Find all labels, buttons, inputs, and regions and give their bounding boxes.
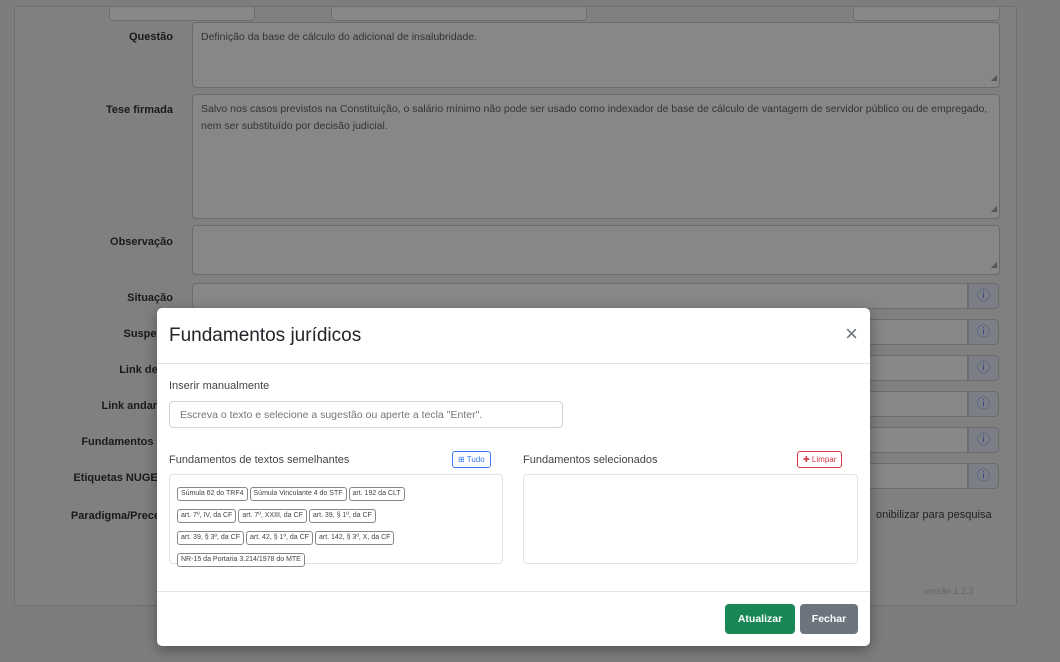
version-label: versão 1.2.3: [924, 586, 974, 596]
similar-label: Fundamentos de textos semelhantes: [169, 454, 350, 466]
fundamentos-modal: Fundamentos jurídicos × Inserir manualme…: [157, 308, 870, 646]
atualizar-button[interactable]: Atualizar: [725, 604, 795, 634]
disponibilizar-checkbox-label[interactable]: onibilizar para pesquisa: [876, 509, 992, 521]
select-all-button[interactable]: ⊞ Tudo: [452, 451, 491, 468]
chip[interactable]: art. 42, § 1º, da CF: [245, 531, 313, 545]
manual-input[interactable]: [169, 401, 563, 428]
chip[interactable]: Súmula 62 do TRF4: [177, 487, 248, 501]
suspensao-info-icon[interactable]: ⓘ: [968, 319, 999, 345]
tese-firmada-text: Salvo nos casos previstos na Constituiçã…: [201, 103, 988, 132]
fundamentos-info-icon[interactable]: ⓘ: [968, 427, 999, 453]
modal-title: Fundamentos jurídicos: [169, 325, 362, 346]
situacao-input[interactable]: [192, 283, 968, 309]
situacao-info-icon[interactable]: ⓘ: [968, 283, 999, 309]
selected-label: Fundamentos selecionados: [523, 454, 658, 466]
chip-list: Súmula 62 do TRF4 Súmula Vinculante 4 do …: [177, 482, 497, 570]
clear-button[interactable]: ✚ Limpar: [797, 451, 843, 468]
tese-firmada-label: Tese firmada: [105, 104, 173, 116]
close-icon[interactable]: ×: [845, 323, 858, 345]
top-field-2[interactable]: [331, 7, 587, 21]
resize-grip-icon[interactable]: ◢: [991, 256, 997, 273]
similar-box: Súmula 62 do TRF4 Súmula Vinculante 4 do …: [169, 474, 503, 567]
questao-textarea[interactable]: Definição da base de cálculo do adiciona…: [192, 22, 1000, 88]
chip[interactable]: Súmula Vinculante 4 do STF: [249, 487, 347, 501]
questao-text: Definição da base de cálculo do adiciona…: [201, 31, 478, 43]
situacao-label: Situação: [127, 292, 173, 304]
modal-header: Fundamentos jurídicos ×: [157, 308, 870, 364]
resize-grip-icon[interactable]: ◢: [991, 69, 997, 86]
chip[interactable]: art. 7º, XXIII, da CF: [238, 509, 307, 523]
chip[interactable]: NR-15 da Portaria 3.214/1978 do MTE: [177, 553, 305, 567]
chip[interactable]: art. 142, § 3º, X, da CF: [314, 531, 395, 545]
chip[interactable]: art. 39, § 1º, da CF: [308, 509, 376, 523]
observacao-label: Observação: [110, 236, 173, 248]
link-andamento-info-icon[interactable]: ⓘ: [968, 391, 999, 417]
tese-firmada-textarea[interactable]: Salvo nos casos previstos na Constituiçã…: [192, 94, 1000, 219]
chip[interactable]: art. 192 da CLT: [348, 487, 405, 501]
top-field-1[interactable]: [109, 7, 255, 21]
resize-grip-icon[interactable]: ◢: [991, 200, 997, 217]
etiquetas-info-icon[interactable]: ⓘ: [968, 463, 999, 489]
fechar-button[interactable]: Fechar: [800, 604, 858, 634]
chip[interactable]: art. 7º, IV, da CF: [177, 509, 237, 523]
observacao-textarea[interactable]: ◢: [192, 225, 1000, 275]
top-field-3[interactable]: [853, 7, 1000, 21]
questao-label: Questão: [128, 31, 173, 43]
chip[interactable]: art. 39, § 3º, da CF: [177, 531, 244, 545]
selected-box: [523, 474, 858, 564]
manual-label: Inserir manualmente: [169, 380, 270, 392]
link-decisao-info-icon[interactable]: ⓘ: [968, 355, 999, 381]
